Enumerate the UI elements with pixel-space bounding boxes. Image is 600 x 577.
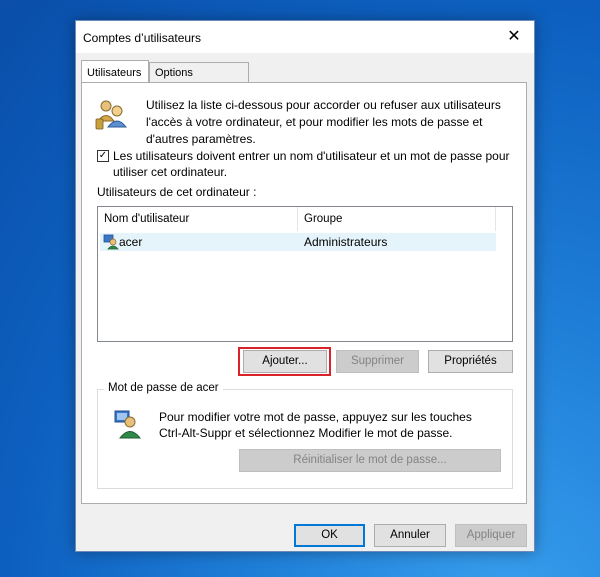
password-text-line: Pour modifier votre mot de passe, appuye…: [159, 410, 472, 424]
column-header-group[interactable]: Groupe: [298, 207, 496, 231]
tab-advanced-options[interactable]: Options avancées: [149, 62, 249, 99]
title-bar[interactable]: Comptes d’utilisateurs ✕: [76, 21, 534, 53]
properties-button[interactable]: Propriétés: [428, 350, 513, 373]
group-cell: Administrateurs: [304, 235, 388, 249]
password-instructions: Pour modifier votre mot de passe, appuye…: [159, 409, 472, 441]
intro-line: l'accès à votre ordinateur, et pour modi…: [146, 115, 483, 129]
checkbox-label-line: Les utilisateurs doivent entrer un nom d…: [113, 149, 510, 163]
users-tab-panel: Utilisez la liste ci-dessous pour accord…: [81, 82, 527, 504]
user-password-icon: [114, 410, 142, 439]
users-list-caption: Utilisateurs de cet ordinateur :: [97, 185, 257, 199]
table-row[interactable]: acer Administrateurs: [100, 233, 496, 251]
cancel-button[interactable]: Annuler: [374, 524, 446, 547]
user-account-icon: [103, 234, 119, 250]
window-title: Comptes d’utilisateurs: [83, 31, 202, 45]
remove-user-button[interactable]: Supprimer: [336, 350, 419, 373]
password-text-line: Ctrl-Alt-Suppr et sélectionnez Modifier …: [159, 426, 453, 440]
intro-text: Utilisez la liste ci-dessous pour accord…: [146, 97, 501, 148]
close-icon[interactable]: ✕: [502, 25, 526, 49]
users-list[interactable]: Nom d'utilisateur Groupe acer Administra…: [97, 206, 513, 342]
column-header-username[interactable]: Nom d'utilisateur: [98, 207, 298, 231]
username-cell: acer: [119, 235, 143, 249]
apply-button[interactable]: Appliquer: [455, 524, 527, 547]
ok-button[interactable]: OK: [294, 524, 365, 547]
intro-line: Utilisez la liste ci-dessous pour accord…: [146, 98, 501, 112]
intro-line: d'autres paramètres.: [146, 132, 256, 146]
require-login-label[interactable]: Les utilisateurs doivent entrer un nom d…: [113, 148, 510, 180]
user-accounts-dialog: Comptes d’utilisateurs ✕ Utilisateurs Op…: [75, 20, 535, 552]
users-group-icon: [95, 100, 128, 130]
tab-users[interactable]: Utilisateurs: [81, 60, 149, 82]
require-login-checkbox[interactable]: ✓: [97, 150, 109, 162]
password-group-title: Mot de passe de acer: [104, 382, 223, 394]
reset-password-button[interactable]: Réinitialiser le mot de passe...: [239, 449, 501, 472]
add-button-highlight: [238, 347, 331, 376]
checkbox-label-line: utiliser cet ordinateur.: [113, 165, 228, 179]
